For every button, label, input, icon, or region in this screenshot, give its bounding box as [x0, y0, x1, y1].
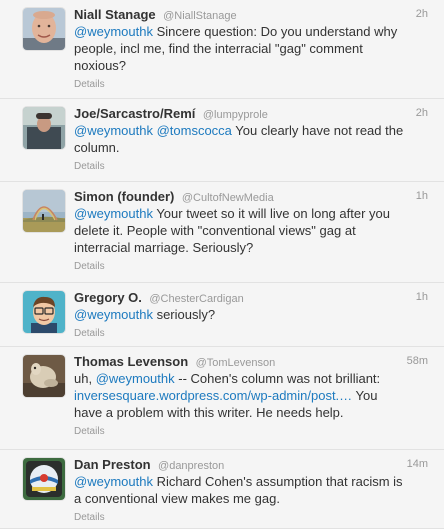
tweet-text-line: @weymouthk Your tweet so it will live on…	[74, 205, 428, 222]
tweet-item[interactable]: Simon (founder) @CultofNewMedia 1h @weym…	[0, 182, 444, 283]
tweet-text-segment: delete it. People with "conventional vie…	[74, 223, 356, 238]
tweet-text-segment: seriously?	[152, 307, 216, 322]
details-link[interactable]: Details	[74, 426, 105, 437]
avatar[interactable]	[23, 291, 65, 333]
avatar[interactable]	[23, 355, 65, 397]
tweet-text-line: column.	[74, 139, 428, 156]
tweet-text: uh, @weymouthk -- Cohen's column was not…	[74, 370, 428, 421]
tweet-text-segment: uh,	[74, 371, 96, 386]
timestamp[interactable]: 58m	[407, 353, 428, 370]
author-name[interactable]: Gregory O.	[74, 290, 142, 305]
tweet-text-segment: interracial marriage. Seriously?	[74, 240, 254, 255]
mention-link[interactable]: @weymouthk	[96, 371, 175, 386]
tweet-item[interactable]: Niall Stanage @NiallStanage 2h @weymouth…	[0, 0, 444, 99]
tweet-text-segment: noxious?	[74, 58, 127, 73]
mention-link[interactable]: @tomscocca	[157, 123, 232, 138]
tweet-text-line: interracial marriage. Seriously?	[74, 239, 428, 256]
tweet-text-segment: -- Cohen's column was not brilliant:	[174, 371, 381, 386]
author-handle[interactable]: @danpreston	[158, 460, 224, 472]
avatar[interactable]	[23, 8, 65, 50]
tweet-text: @weymouthk seriously?	[74, 306, 428, 323]
details-link[interactable]: Details	[74, 79, 105, 90]
tweet-text-segment: Sincere question: Do you understand why	[152, 24, 398, 39]
author-name[interactable]: Dan Preston	[74, 457, 151, 472]
mention-link[interactable]: @weymouthk	[74, 474, 153, 489]
author-name[interactable]: Thomas Levenson	[74, 354, 188, 369]
tweet-text: @weymouthk Richard Cohen's assumption th…	[74, 473, 428, 507]
tweet-text-line: inversesquare.wordpress.com/wp-admin/pos…	[74, 387, 428, 404]
tweet-text-line: noxious?	[74, 57, 428, 74]
author-handle[interactable]: @lumpyprole	[203, 109, 268, 121]
mention-link[interactable]: @weymouthk	[74, 24, 153, 39]
url-link[interactable]: inversesquare.wordpress.com/wp-admin/pos…	[74, 388, 352, 403]
tweet-text-segment: a conventional view makes me gag.	[74, 491, 280, 506]
timestamp[interactable]: 1h	[416, 188, 428, 205]
tweet-timeline: Niall Stanage @NiallStanage 2h @weymouth…	[0, 0, 444, 529]
details-link[interactable]: Details	[74, 261, 105, 272]
tweet-text-line: @weymouthk @tomscocca You clearly have n…	[74, 122, 428, 139]
tweet-text-segment: Your tweet so it will live on long after…	[152, 206, 390, 221]
tweet-text-line: @weymouthk seriously?	[74, 306, 428, 323]
timestamp[interactable]: 2h	[416, 6, 428, 23]
author-handle[interactable]: @TomLevenson	[196, 357, 276, 369]
avatar[interactable]	[23, 190, 65, 232]
mention-link[interactable]: @weymouthk	[74, 123, 153, 138]
details-link[interactable]: Details	[74, 161, 105, 172]
author-handle[interactable]: @ChesterCardigan	[149, 293, 243, 305]
tweet-text-segment: column.	[74, 140, 120, 155]
tweet-text: @weymouthk @tomscocca You clearly have n…	[74, 122, 428, 156]
tweet-text-line: a conventional view makes me gag.	[74, 490, 428, 507]
tweet-text-line: @weymouthk Sincere question: Do you unde…	[74, 23, 428, 40]
tweet-text: @weymouthk Sincere question: Do you unde…	[74, 23, 428, 74]
tweet-item[interactable]: Joe/Sarcastro/Remí @lumpyprole 2h @weymo…	[0, 99, 444, 182]
avatar[interactable]	[23, 458, 65, 500]
tweet-text-line: @weymouthk Richard Cohen's assumption th…	[74, 473, 428, 490]
tweet-text-line: delete it. People with "conventional vie…	[74, 222, 428, 239]
author-name[interactable]: Joe/Sarcastro/Remí	[74, 106, 195, 121]
details-link[interactable]: Details	[74, 328, 105, 339]
author-handle[interactable]: @NiallStanage	[163, 10, 237, 22]
tweet-text-line: people, incl me, find the interracial "g…	[74, 40, 428, 57]
tweet-text-line: uh, @weymouthk -- Cohen's column was not…	[74, 370, 428, 387]
avatar[interactable]	[23, 107, 65, 149]
tweet-text: @weymouthk Your tweet so it will live on…	[74, 205, 428, 256]
mention-link[interactable]: @weymouthk	[74, 206, 153, 221]
author-handle[interactable]: @CultofNewMedia	[182, 192, 274, 204]
tweet-item[interactable]: Thomas Levenson @TomLevenson 58m uh, @we…	[0, 347, 444, 450]
timestamp[interactable]: 2h	[416, 105, 428, 122]
details-link[interactable]: Details	[74, 512, 105, 523]
mention-link[interactable]: @weymouthk	[74, 307, 153, 322]
tweet-text-segment: have a problem with this writer. He need…	[74, 405, 344, 420]
tweet-item[interactable]: Gregory O. @ChesterCardigan 1h @weymouth…	[0, 283, 444, 347]
author-name[interactable]: Niall Stanage	[74, 7, 156, 22]
tweet-text-segment: You	[352, 388, 378, 403]
tweet-text-line: have a problem with this writer. He need…	[74, 404, 428, 421]
author-name[interactable]: Simon (founder)	[74, 189, 174, 204]
tweet-text-segment: people, incl me, find the interracial "g…	[74, 41, 363, 56]
tweet-text-segment: You clearly have not read the	[231, 123, 404, 138]
timestamp[interactable]: 1h	[416, 289, 428, 306]
tweet-item[interactable]: Dan Preston @danpreston 14m @weymouthk R…	[0, 450, 444, 529]
timestamp[interactable]: 14m	[407, 456, 428, 473]
tweet-text-segment: Richard Cohen's assumption that racism i…	[152, 474, 403, 489]
